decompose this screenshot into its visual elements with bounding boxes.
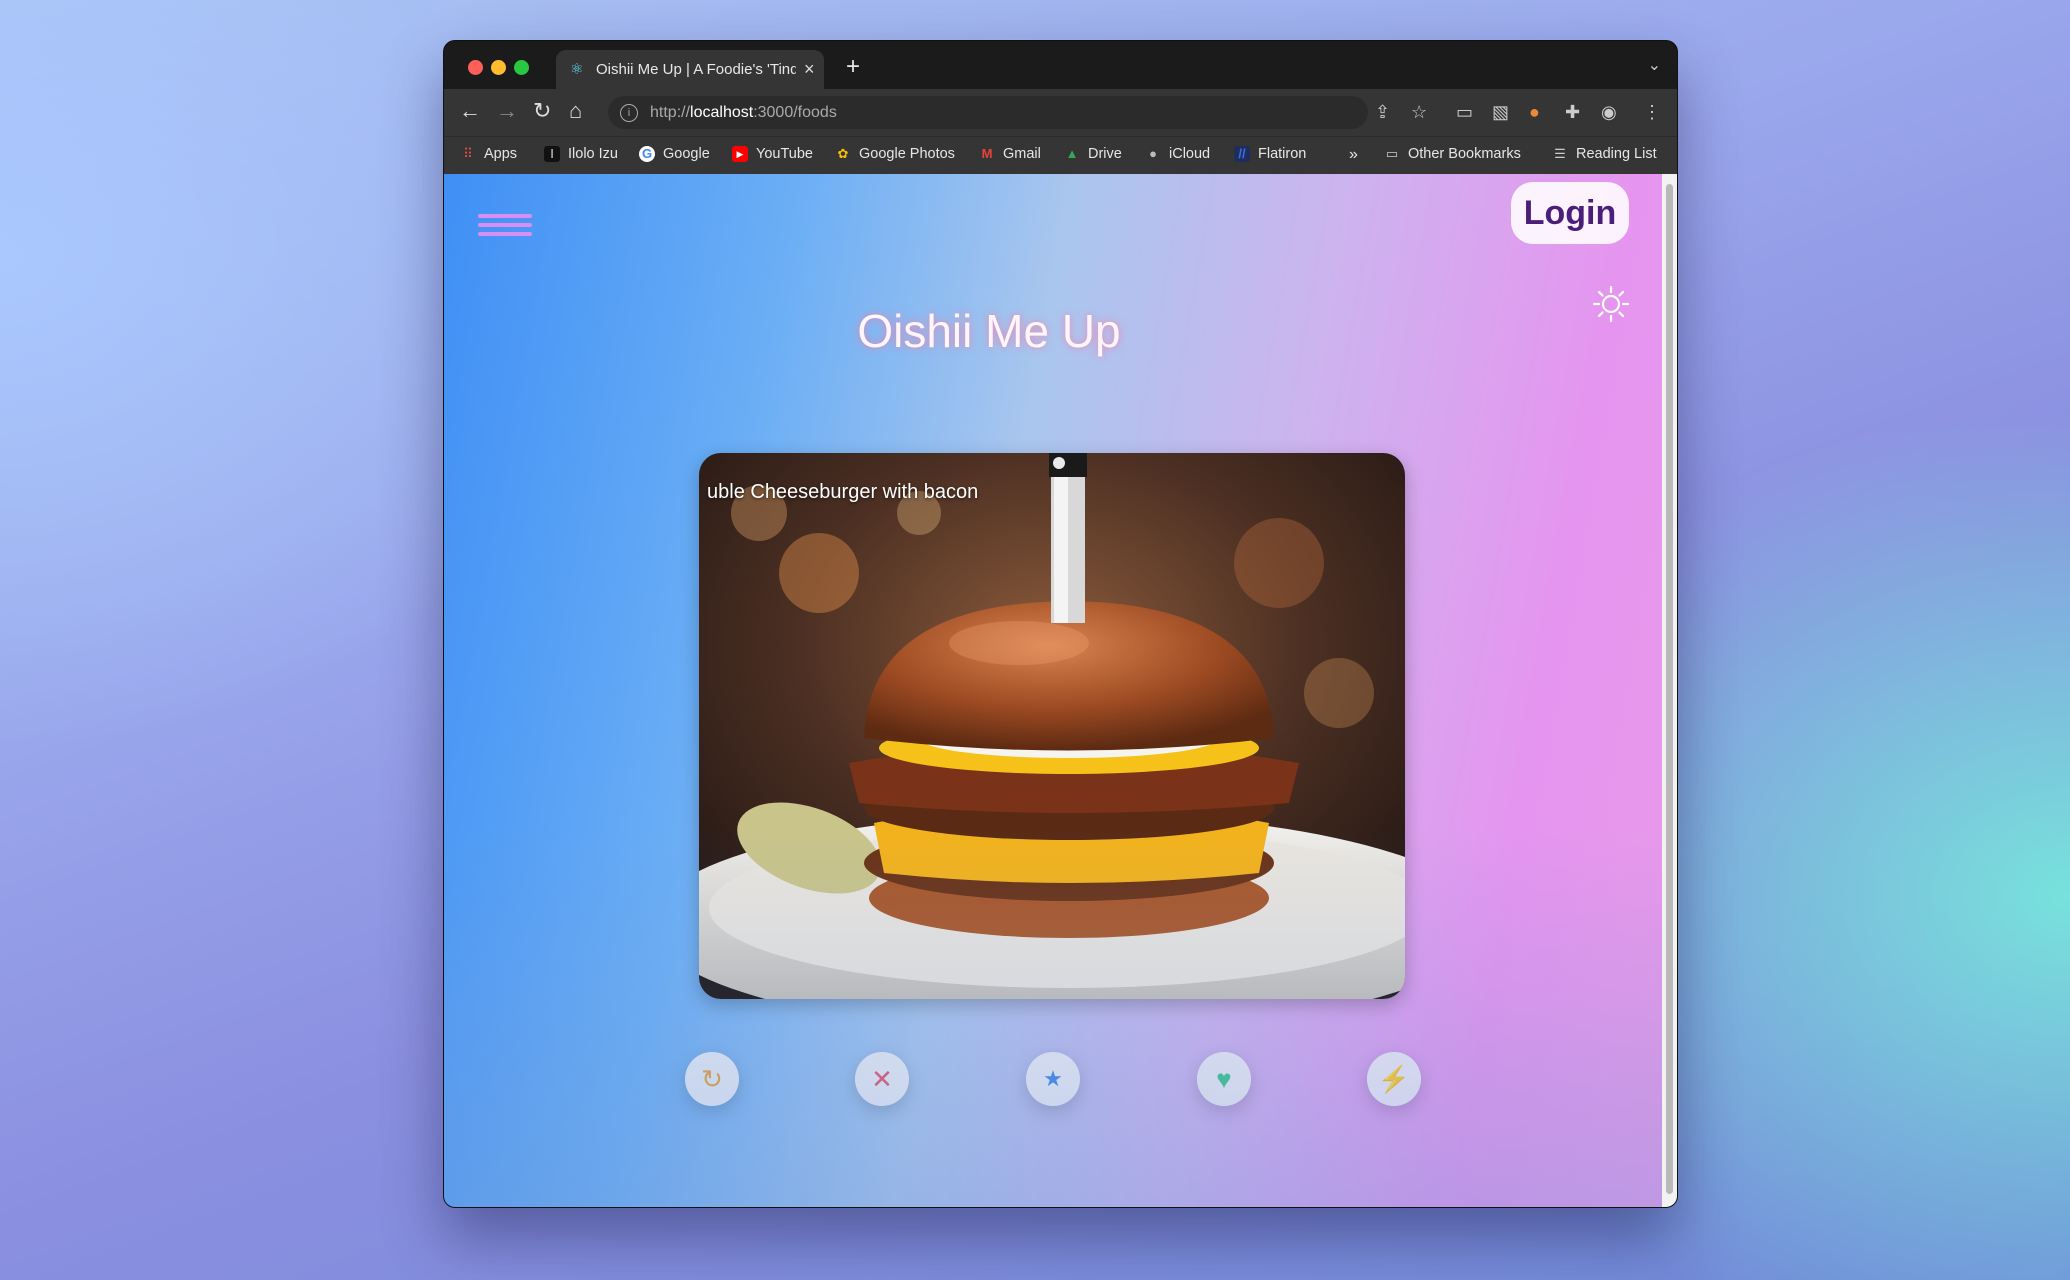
address-bar[interactable]: i http://localhost:3000/foods [608,96,1368,129]
bookmark-star-icon[interactable]: ☆ [1411,101,1427,123]
bookmark-youtube[interactable]: ▶ YouTube [732,146,813,162]
x-icon: ✕ [871,1063,893,1094]
extension-flame-icon[interactable]: ● [1529,101,1540,123]
minimize-window-button[interactable] [491,60,506,75]
bookmark-flatiron[interactable]: //Flatiron [1234,146,1306,162]
youtube-icon: ▶ [732,146,748,162]
new-tab-button[interactable]: + [846,53,860,81]
apple-icon: ● [1149,146,1157,161]
google-icon: G [639,146,655,162]
back-arrow-icon[interactable]: ← [459,99,481,123]
tab-close-icon[interactable]: × [804,59,815,80]
lightning-icon: ⚡ [1377,1063,1411,1094]
dislike-button[interactable]: ✕ [855,1052,909,1106]
page-viewport: Login Oishii Me Up uble Cheeseburger wit… [444,174,1662,1207]
gmail-icon: M [981,146,993,161]
bookmark-drive[interactable]: ▲ Drive [1064,146,1122,162]
hamburger-menu-icon[interactable] [478,214,532,240]
reading-list-icon: ☰ [1554,146,1566,161]
bookmark-icloud[interactable]: ● iCloud [1145,146,1210,162]
browser-menu-icon[interactable]: ⋮ [1643,101,1661,123]
url-text: http://localhost:3000/foods [650,103,837,121]
cast-icon[interactable]: ▭ [1456,101,1473,123]
extension-k-icon[interactable]: ▧ [1492,101,1509,123]
extensions-puzzle-icon[interactable]: ✚ [1565,101,1580,123]
boost-button[interactable]: ⚡ [1367,1052,1421,1106]
bookmark-google-photos[interactable]: ✿ Google Photos [835,146,955,162]
react-favicon-icon: ⚛ [570,60,584,78]
bookmark-reading-list[interactable]: ☰ Reading List [1552,146,1656,162]
heart-icon: ♥ [1216,1063,1232,1094]
star-button[interactable]: ★ [1026,1052,1080,1106]
tab-search-chevron-icon[interactable]: ⌄ [1648,55,1661,75]
apps-grid-icon: ⠿ [463,146,473,161]
food-card[interactable]: uble Cheeseburger with bacon [699,453,1405,999]
reload-icon[interactable]: ↻ [533,99,551,123]
like-button[interactable]: ♥ [1197,1052,1251,1106]
flatiron-icon: // [1234,146,1250,162]
sun-icon[interactable] [1591,284,1631,324]
forward-arrow-icon[interactable]: → [496,99,518,123]
drive-icon: ▲ [1065,146,1079,161]
bookmark-ilolo-izu[interactable]: I Ilolo Izu [544,146,618,162]
bookmark-gmail[interactable]: M Gmail [979,146,1041,162]
food-photo [699,453,1405,999]
profile-avatar-icon[interactable]: ◉ [1601,101,1617,123]
browser-toolbar: ← → ↻ ⌂ i http://localhost:3000/foods ⇪ … [444,89,1677,136]
bookmark-other-bookmarks[interactable]: ▭ Other Bookmarks [1384,146,1521,162]
bookmark-google[interactable]: G Google [639,146,710,162]
tab-bar: ⚛ Oishii Me Up | A Foodie's 'Tinder' × +… [444,41,1677,89]
maximize-window-button[interactable] [514,60,529,75]
app-title: Oishii Me Up [857,305,1121,357]
page-scrollbar[interactable] [1662,174,1677,1207]
browser-tab-active[interactable]: ⚛ Oishii Me Up | A Foodie's 'Tinder' × [556,50,824,89]
site-info-icon[interactable]: i [620,103,638,122]
undo-icon: ↻ [701,1063,723,1094]
login-button[interactable]: Login [1511,182,1629,244]
undo-button[interactable]: ↻ [685,1052,739,1106]
bookmarks-overflow-button[interactable]: » [1349,146,1358,164]
share-icon[interactable]: ⇪ [1375,101,1390,123]
close-window-button[interactable] [468,60,483,75]
home-icon[interactable]: ⌂ [569,99,582,123]
google-photos-icon: ✿ [837,146,849,161]
scrollbar-thumb[interactable] [1666,184,1673,1194]
ilolo-icon: I [544,146,560,162]
browser-window: ⚛ Oishii Me Up | A Foodie's 'Tinder' × +… [443,40,1678,1208]
folder-icon: ▭ [1385,146,1399,161]
food-name: uble Cheeseburger with bacon [707,481,979,503]
star-icon: ★ [1043,1066,1063,1091]
bookmark-apps[interactable]: ⠿ Apps [460,146,517,162]
tab-title: Oishii Me Up | A Foodie's 'Tinder' [596,61,796,78]
bookmarks-bar: ⠿ Apps I Ilolo Izu G Google ▶ YouTube ✿ Googl… [444,136,1677,175]
